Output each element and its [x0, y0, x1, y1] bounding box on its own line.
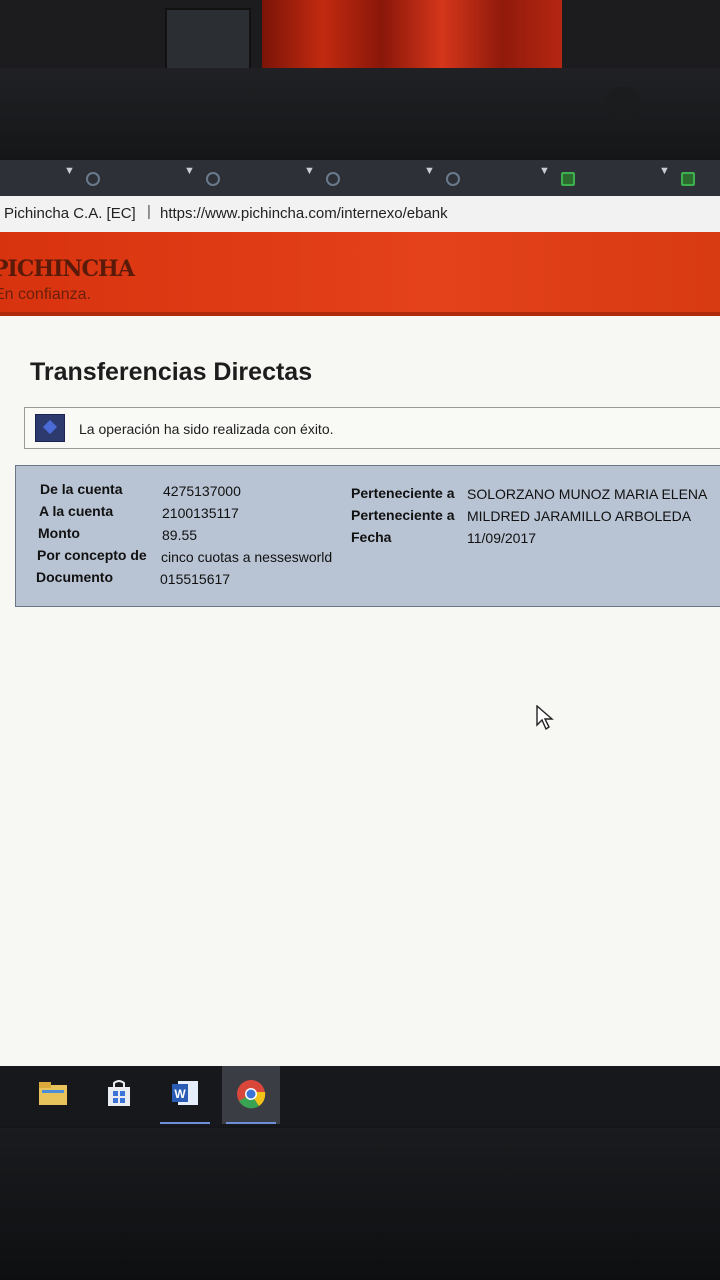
amount-label: Monto	[38, 525, 80, 541]
from-account-label: De la cuenta	[40, 481, 123, 497]
taskbar: W	[0, 1066, 720, 1126]
chrome-button[interactable]	[222, 1066, 280, 1124]
tab-favicon-icon	[326, 172, 340, 186]
date-value: 11/09/2017	[467, 530, 537, 546]
store-button[interactable]	[90, 1066, 148, 1124]
chevron-down-icon: ▼	[64, 165, 75, 177]
browser-tab[interactable]: ▼	[539, 162, 663, 194]
browser-tab[interactable]: ▼	[304, 162, 428, 194]
chevron-down-icon: ▼	[184, 165, 195, 177]
tab-favicon-icon	[681, 172, 695, 186]
document-value: 015515617	[160, 571, 231, 587]
chrome-icon	[237, 1080, 266, 1109]
site-identity[interactable]: Pichincha C.A. [EC]	[4, 205, 136, 222]
window-background	[165, 8, 251, 70]
to-account-label: A la cuenta	[39, 503, 114, 519]
owner-to-value: MILDRED JARAMILLO ARBOLEDA	[467, 508, 692, 524]
tab-favicon-icon	[206, 172, 220, 186]
chevron-down-icon: ▼	[424, 165, 435, 177]
brand-tagline: En confianza.	[0, 286, 91, 303]
webcam	[606, 86, 640, 120]
brand-header: PICHINCHA En confianza.	[0, 232, 720, 316]
browser-tab[interactable]: ▼	[659, 162, 720, 194]
word-icon: W	[172, 1081, 198, 1105]
chevron-down-icon: ▼	[539, 165, 550, 177]
chevron-down-icon: ▼	[304, 165, 315, 177]
concept-value: cinco cuotas a nessesworld	[161, 549, 333, 565]
browser-tab[interactable]: ▼	[64, 162, 188, 194]
word-button[interactable]: W	[156, 1066, 214, 1124]
monitor-bezel	[0, 68, 720, 160]
date-label: Fecha	[351, 529, 392, 545]
screen: ▼ ▼ ▼ ▼ ▼ ▼ Pichincha C.A. [EC] | https:…	[0, 160, 720, 1126]
to-account-value: 2100135117	[162, 505, 239, 521]
running-indicator	[226, 1122, 276, 1124]
success-message: La operación ha sido realizada con éxito…	[79, 421, 334, 437]
from-account-value: 4275137000	[163, 483, 241, 499]
browser-tab[interactable]: ▼	[184, 162, 308, 194]
tab-strip: ▼ ▼ ▼ ▼ ▼ ▼	[0, 160, 720, 196]
tab-favicon-icon	[446, 172, 460, 186]
info-icon	[35, 414, 65, 442]
store-icon	[108, 1080, 130, 1106]
running-indicator	[160, 1122, 210, 1124]
page-title: Transferencias Directas	[30, 358, 313, 386]
url-text[interactable]: https://www.pichincha.com/internexo/eban…	[160, 205, 448, 222]
tab-favicon-icon	[561, 172, 575, 186]
owner-from-value: SOLORZANO MUNOZ MARIA ELENA	[467, 486, 708, 502]
brand-logo[interactable]: PICHINCHA	[0, 256, 135, 282]
file-explorer-icon	[39, 1082, 67, 1105]
monitor-bottom-bezel	[0, 1128, 720, 1280]
transfer-details-panel: De la cuenta 4275137000 A la cuenta 2100…	[15, 465, 720, 607]
tab-favicon-icon	[86, 172, 100, 186]
document-label: Documento	[36, 569, 113, 585]
curtain	[262, 0, 562, 68]
concept-label: Por concepto de	[37, 547, 147, 563]
mouse-cursor-icon	[536, 704, 554, 736]
owner-to-label: Perteneciente a	[351, 507, 455, 523]
owner-from-label: Perteneciente a	[351, 485, 455, 501]
file-explorer-button[interactable]	[24, 1066, 82, 1124]
chevron-down-icon: ▼	[659, 165, 670, 177]
success-message-box: La operación ha sido realizada con éxito…	[24, 407, 720, 449]
browser-tab[interactable]: ▼	[424, 162, 548, 194]
svg-text:W: W	[174, 1087, 186, 1101]
address-bar[interactable]: Pichincha C.A. [EC] | https://www.pichin…	[0, 196, 720, 233]
amount-value: 89.55	[162, 527, 198, 543]
url-separator: |	[147, 203, 151, 220]
